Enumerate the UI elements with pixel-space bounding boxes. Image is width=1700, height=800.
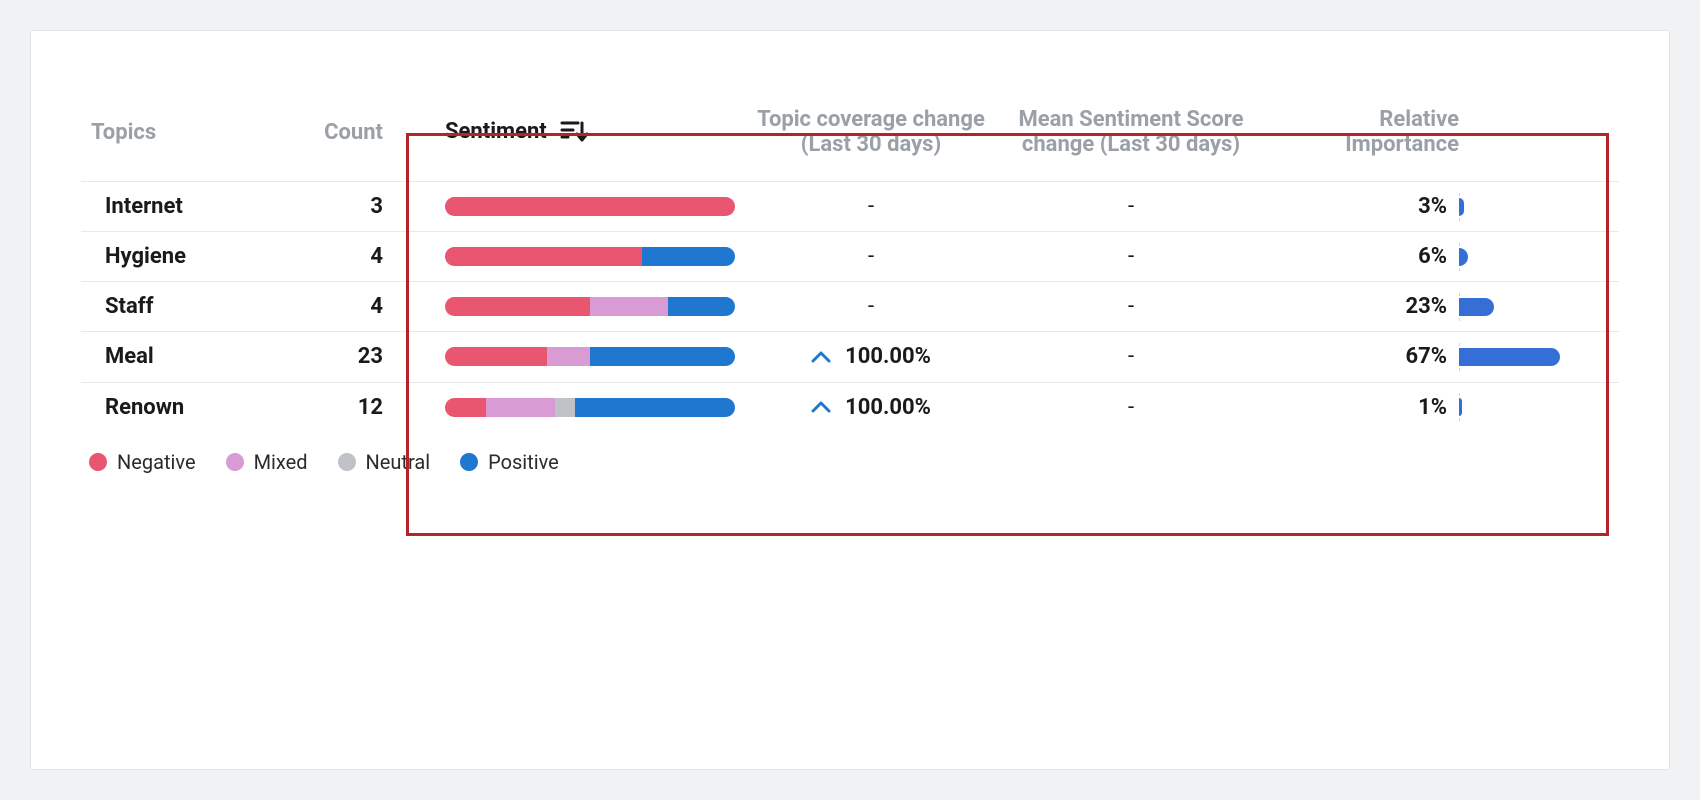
topics-table: Topics Count Sentiment Topic cove bbox=[81, 91, 1619, 432]
sentiment-bar bbox=[445, 398, 735, 417]
sentiment-bar bbox=[445, 347, 735, 366]
dot-icon bbox=[89, 453, 107, 471]
sentiment-positive-segment bbox=[642, 247, 735, 266]
importance-bar bbox=[1459, 247, 1609, 267]
sentiment-negative-segment bbox=[445, 297, 590, 316]
coverage-value: 100.00% bbox=[845, 395, 931, 420]
legend-positive: Positive bbox=[460, 450, 559, 474]
topic-name: Staff bbox=[81, 282, 301, 332]
sentiment-mixed-segment bbox=[590, 297, 668, 316]
chevron-up-icon bbox=[811, 400, 831, 414]
importance-cell: 6% bbox=[1261, 232, 1619, 282]
topic-name: Meal bbox=[81, 332, 301, 383]
coverage-cell: 100.00% bbox=[741, 382, 1001, 432]
sentiment-negative-segment bbox=[445, 197, 735, 216]
sentiment-legend: Negative Mixed Neutral Positive bbox=[81, 450, 1619, 474]
coverage-value: - bbox=[868, 294, 874, 319]
importance-value: 67% bbox=[1387, 344, 1447, 369]
sentiment-bar bbox=[445, 197, 735, 216]
importance-cell: 23% bbox=[1261, 282, 1619, 332]
topic-count: 4 bbox=[301, 282, 411, 332]
header-topics[interactable]: Topics bbox=[81, 91, 301, 182]
topic-name: Hygiene bbox=[81, 232, 301, 282]
table-row[interactable]: Meal 23 100.00% - 67% bbox=[81, 332, 1619, 383]
mean-score-cell: - bbox=[1001, 182, 1261, 232]
dot-icon bbox=[460, 453, 478, 471]
topic-count: 12 bbox=[301, 382, 411, 432]
legend-mixed: Mixed bbox=[226, 450, 308, 474]
importance-value: 6% bbox=[1387, 244, 1447, 269]
coverage-value: - bbox=[868, 244, 874, 269]
coverage-cell: - bbox=[741, 182, 1001, 232]
coverage-cell: - bbox=[741, 282, 1001, 332]
sentiment-cell bbox=[411, 332, 741, 383]
legend-neutral: Neutral bbox=[338, 450, 431, 474]
sentiment-neutral-segment bbox=[555, 398, 575, 417]
topic-name: Internet bbox=[81, 182, 301, 232]
importance-cell: 67% bbox=[1261, 332, 1619, 383]
importance-value: 1% bbox=[1387, 395, 1447, 420]
coverage-value: - bbox=[868, 194, 874, 219]
header-importance[interactable]: Relative Importance bbox=[1261, 91, 1619, 182]
mean-score-cell: - bbox=[1001, 282, 1261, 332]
sentiment-mixed-segment bbox=[486, 398, 556, 417]
topic-count: 4 bbox=[301, 232, 411, 282]
sentiment-mixed-segment bbox=[547, 347, 591, 366]
sentiment-positive-segment bbox=[590, 347, 735, 366]
legend-neutral-label: Neutral bbox=[366, 450, 431, 474]
chevron-up-icon bbox=[811, 350, 831, 364]
header-mean-score[interactable]: Mean Sentiment Score change (Last 30 day… bbox=[1001, 91, 1261, 182]
table-row[interactable]: Renown 12 100.00% - 1% bbox=[81, 382, 1619, 432]
analytics-panel: Topics Count Sentiment Topic cove bbox=[30, 30, 1670, 770]
legend-positive-label: Positive bbox=[488, 450, 559, 474]
sentiment-negative-segment bbox=[445, 398, 486, 417]
legend-negative-label: Negative bbox=[117, 450, 196, 474]
dot-icon bbox=[226, 453, 244, 471]
importance-bar bbox=[1459, 347, 1609, 367]
importance-bar bbox=[1459, 197, 1609, 217]
header-count[interactable]: Count bbox=[301, 91, 411, 182]
sentiment-negative-segment bbox=[445, 347, 547, 366]
topic-count: 3 bbox=[301, 182, 411, 232]
sentiment-cell bbox=[411, 382, 741, 432]
sentiment-bar bbox=[445, 297, 735, 316]
sentiment-positive-segment bbox=[668, 297, 735, 316]
coverage-cell: 100.00% bbox=[741, 332, 1001, 383]
table-row[interactable]: Internet 3 - - 3% bbox=[81, 182, 1619, 232]
mean-score-cell: - bbox=[1001, 382, 1261, 432]
importance-value: 23% bbox=[1387, 294, 1447, 319]
topic-count: 23 bbox=[301, 332, 411, 383]
mean-score-cell: - bbox=[1001, 332, 1261, 383]
coverage-value: 100.00% bbox=[845, 344, 931, 369]
importance-cell: 1% bbox=[1261, 382, 1619, 432]
legend-mixed-label: Mixed bbox=[254, 450, 308, 474]
sentiment-cell bbox=[411, 282, 741, 332]
importance-bar bbox=[1459, 297, 1609, 317]
table-row[interactable]: Staff 4 - - 23% bbox=[81, 282, 1619, 332]
table-row[interactable]: Hygiene 4 - - 6% bbox=[81, 232, 1619, 282]
sentiment-positive-segment bbox=[575, 398, 735, 417]
header-sentiment-label: Sentiment bbox=[445, 119, 547, 144]
importance-bar bbox=[1459, 397, 1609, 417]
mean-score-cell: - bbox=[1001, 232, 1261, 282]
coverage-cell: - bbox=[741, 232, 1001, 282]
sentiment-bar bbox=[445, 247, 735, 266]
legend-negative: Negative bbox=[89, 450, 196, 474]
importance-value: 3% bbox=[1387, 194, 1447, 219]
sentiment-negative-segment bbox=[445, 247, 642, 266]
sort-desc-icon bbox=[560, 119, 588, 145]
header-sentiment[interactable]: Sentiment bbox=[411, 91, 741, 182]
dot-icon bbox=[338, 453, 356, 471]
importance-cell: 3% bbox=[1261, 182, 1619, 232]
topic-name: Renown bbox=[81, 382, 301, 432]
sentiment-cell bbox=[411, 182, 741, 232]
table-header-row: Topics Count Sentiment Topic cove bbox=[81, 91, 1619, 182]
sentiment-cell bbox=[411, 232, 741, 282]
header-coverage[interactable]: Topic coverage change (Last 30 days) bbox=[741, 91, 1001, 182]
